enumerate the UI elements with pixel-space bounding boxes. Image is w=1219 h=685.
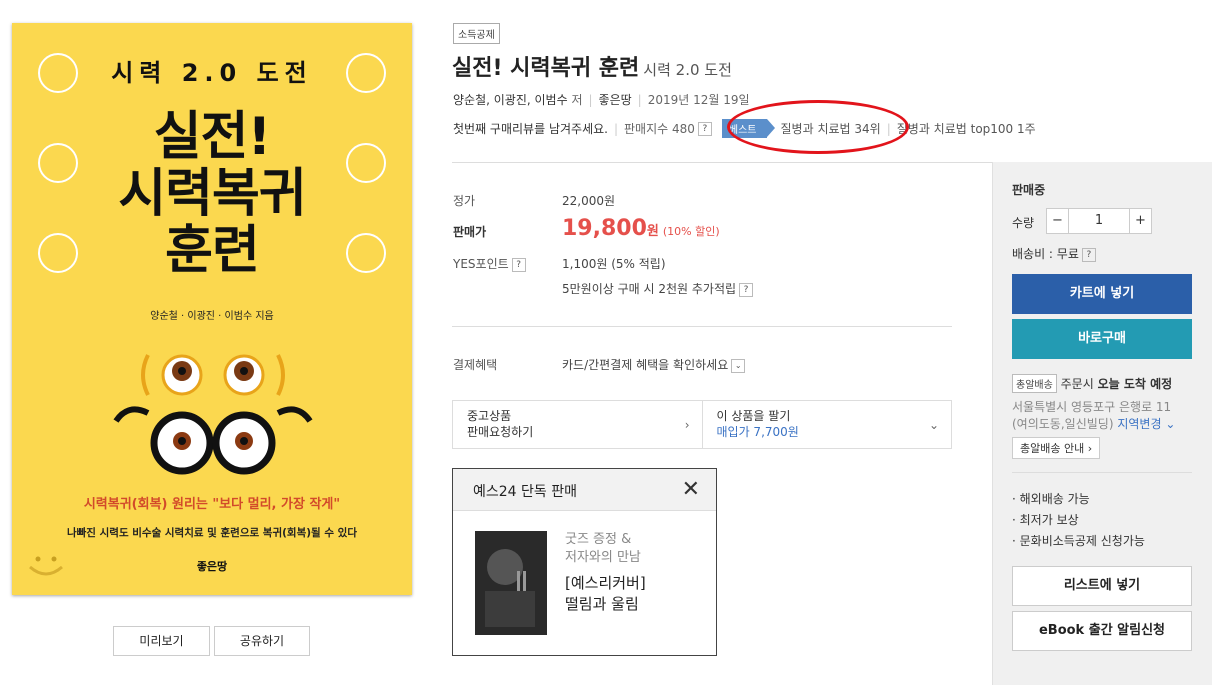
panel-bullet-text: 해외배송 가능 — [1019, 492, 1090, 506]
close-icon[interactable]: ✕ — [682, 477, 700, 502]
glasses-icon — [38, 53, 78, 93]
list-price-label: 정가 — [453, 194, 476, 208]
quantity-input[interactable]: 1 — [1069, 209, 1129, 233]
panel-bullet-1: · 해외배송 가능 — [1012, 492, 1090, 506]
sale-price-label: 판매가 — [453, 225, 487, 239]
cover-publisher: 좋은땅 — [196, 560, 228, 573]
payment-benefit-text: 카드/간편결제 혜택을 확인하세요 — [562, 358, 729, 372]
delivery-arrival: 오늘 도착 예정 — [1097, 377, 1173, 391]
region-change-text: 지역변경 — [1117, 417, 1162, 431]
panel-bullet-text: 문화비소득공제 신청가능 — [1019, 534, 1145, 548]
cover-authors: 양순철 · 이광진 · 이범수 지음 — [150, 311, 274, 322]
book-meta: 양순철, 이광진, 이범수 저 | 좋은땅 | 2019년 12월 19일 — [453, 93, 750, 107]
help-icon[interactable]: ? — [511, 257, 526, 272]
eye-icon — [38, 143, 78, 183]
sale-price-value: 19,800 — [562, 216, 647, 241]
glasses-icon — [346, 233, 386, 273]
chevron-down-icon: ⌄ — [928, 418, 939, 432]
chevron-right-icon: › — [684, 418, 690, 432]
panel-bullet-text: 최저가 보상 — [1019, 513, 1079, 527]
used-sell-subtitle: 판매요청하기 — [467, 425, 534, 439]
shipping-fee: 배송비 : 무료? — [1012, 245, 1096, 262]
eyes-illustration — [113, 354, 313, 475]
extra-point: 5만원이상 구매 시 2천원 추가적립? — [562, 280, 754, 297]
used-sell-request[interactable]: 중고상품 판매요청하기 › — [453, 401, 702, 448]
delivery-address-line2: (여의도동,일신빌딩) — [1012, 417, 1114, 431]
help-icon[interactable]: ? — [697, 121, 712, 136]
delivery-text: 주문시 — [1060, 377, 1098, 391]
quantity-minus-button[interactable]: − — [1047, 209, 1069, 233]
yes-point-label: YES포인트? — [453, 255, 526, 272]
ebook-alert-button[interactable]: eBook 출간 알림신청 — [1012, 611, 1192, 651]
red-annotation-circle — [727, 100, 909, 154]
top100-weeks[interactable]: 질병과 치료법 top100 1주 — [897, 120, 1036, 137]
glasses-icon — [346, 53, 386, 93]
yes-point-value: 1,100원 (5% 적립) — [562, 257, 666, 271]
exclusive-book-series: [예스리커버] — [565, 574, 646, 592]
divider — [452, 162, 992, 163]
payment-benefit-label: 결제혜택 — [453, 358, 498, 372]
eye-chart-icon — [38, 233, 78, 273]
extra-point-text: 5만원이상 구매 시 2천원 추가적립 — [562, 282, 737, 296]
discount-rate: (10% 할인) — [662, 225, 720, 238]
chevron-down-icon[interactable]: ⌄ — [731, 358, 746, 373]
add-to-list-button[interactable]: 리스트에 넣기 — [1012, 566, 1192, 606]
exclusive-header: 예스24 단독 판매 — [453, 469, 716, 511]
promo-line-1: 굿즈 증정 & — [565, 532, 632, 547]
book-cover[interactable]: 시력 2.0 도전 실전! 시력복귀 훈련 양순철 · 이광진 · 이범수 지음… — [12, 23, 412, 595]
sale-price: 19,800원 (10% 할인) — [562, 216, 720, 241]
delivery-estimate: 총알배송 주문시 오늘 도착 예정 — [1012, 374, 1172, 393]
used-sell-title: 중고상품 — [467, 409, 512, 423]
shipping-fee-text: 배송비 : 무료 — [1012, 247, 1079, 261]
quantity-label: 수량 — [1012, 216, 1035, 230]
author-links[interactable]: 양순철, 이광진, 이범수 — [453, 93, 568, 107]
exclusive-popup: 예스24 단독 판매 ✕ 굿즈 증정 & 저자와의 만남 [예스리커버] 떨림과 울… — [452, 468, 717, 656]
sale-price-unit: 원 — [646, 224, 659, 239]
smiley-icon — [29, 556, 63, 576]
recover-book-thumbnail[interactable] — [475, 531, 547, 635]
list-price-value: 22,000원 — [562, 194, 616, 208]
sale-status: 판매중 — [1012, 183, 1046, 197]
help-icon[interactable]: ? — [1081, 247, 1096, 262]
delivery-address: 서울특별시 영등포구 은행로 11 — [1012, 400, 1172, 414]
page-title: 실전! 시력복귀 훈련 시력 2.0 도전 — [452, 50, 732, 82]
publisher-link[interactable]: 좋은땅 — [599, 93, 632, 107]
author-role: 저 — [571, 93, 583, 107]
divider — [1012, 472, 1192, 473]
sell-item-title: 이 상품을 팔기 — [716, 409, 791, 423]
delivery-address-detail: (여의도동,일신빌딩) 지역변경 ⌄ — [1012, 415, 1175, 432]
cover-slogan: 시력복귀(회복) 원리는 "보다 멀리, 가장 작게" — [83, 497, 341, 512]
buy-now-button[interactable]: 바로구매 — [1012, 319, 1192, 359]
first-review-link[interactable]: 첫번째 구매리뷰를 남겨주세요. — [453, 120, 608, 137]
quantity-stepper: − 1 + — [1046, 208, 1152, 234]
region-change-link[interactable]: 지역변경 ⌄ — [1117, 417, 1175, 431]
cover-subline: 나빠진 시력도 비수술 시력치료 및 훈련으로 복귀(회복)될 수 있다 — [66, 527, 357, 539]
share-button[interactable]: 공유하기 — [214, 626, 310, 656]
yes-point-label-text: YES포인트 — [453, 257, 509, 271]
panel-bullet-3: · 문화비소득공제 신청가능 — [1012, 534, 1145, 548]
target-icon — [346, 143, 386, 183]
sales-index: 판매지수 480 — [624, 122, 695, 136]
divider — [452, 326, 952, 327]
exclusive-book-title[interactable]: [예스리커버] 떨림과 울림 — [565, 573, 646, 615]
used-book-box: 중고상품 판매요청하기 › 이 상품을 팔기 매입가 7,700원 ⌄ — [452, 400, 952, 449]
bullet-delivery-badge: 총알배송 — [1012, 374, 1057, 393]
panel-bullet-2: · 최저가 보상 — [1012, 513, 1079, 527]
exclusive-promo: 굿즈 증정 & 저자와의 만남 — [565, 531, 641, 567]
add-to-cart-button[interactable]: 카트에 넣기 — [1012, 274, 1192, 314]
buyback-price: 매입가 7,700원 — [716, 425, 799, 439]
quantity-plus-button[interactable]: + — [1129, 209, 1151, 233]
publish-date: 2019년 12월 19일 — [647, 93, 750, 107]
preview-button[interactable]: 미리보기 — [113, 626, 210, 656]
exclusive-book-name: 떨림과 울림 — [565, 595, 639, 613]
sell-this-item[interactable]: 이 상품을 팔기 매입가 7,700원 ⌄ — [701, 401, 952, 448]
help-icon[interactable]: ? — [739, 282, 754, 297]
promo-line-2: 저자와의 만남 — [565, 550, 641, 565]
delivery-guide-text: 총알배송 안내 — [1020, 442, 1085, 455]
payment-benefit[interactable]: 카드/간편결제 혜택을 확인하세요 ⌄ — [562, 356, 746, 373]
tax-deduction-badge: 소득공제 — [453, 23, 500, 44]
book-subtitle: 시력 2.0 도전 — [643, 61, 732, 79]
delivery-guide-button[interactable]: 총알배송 안내 › — [1012, 437, 1101, 459]
book-title: 실전! 시력복귀 훈련 — [452, 56, 640, 81]
